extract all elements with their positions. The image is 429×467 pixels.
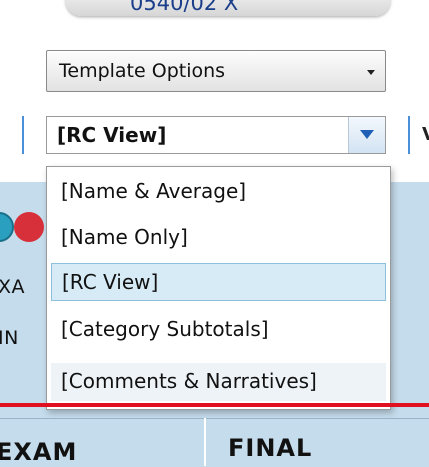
chevron-down-icon [367,70,375,75]
view-combo-value: [RC View] [57,123,167,147]
column-header-final[interactable]: FINAL [228,434,312,462]
dropdown-item-category-subtotals[interactable]: [Category Subtotals] [51,311,386,349]
dropdown-item-comments-narratives[interactable]: [Comments & Narratives] [51,363,386,401]
right-partial-text: V [422,124,429,145]
view-dropdown-list: [Name & Average] [Name Only] [RC View] [… [46,166,391,410]
side-label-2: IN [0,327,19,349]
template-options-select[interactable]: Template Options [46,50,386,92]
toolbar-separator-left [22,116,24,154]
view-combo[interactable]: [RC View] [46,116,386,154]
red-divider-line [0,403,429,407]
toolbar-separator-right [408,116,410,154]
template-options-label: Template Options [59,60,226,82]
side-label-1: XA [0,276,26,298]
dropdown-item-rc-view[interactable]: [RC View] [51,263,386,301]
top-partial-text: 0540/02 X [130,0,239,15]
column-divider [204,418,206,466]
dropdown-item-name-only[interactable]: [Name Only] [51,219,386,257]
column-header-exam[interactable]: EXAM [0,438,77,466]
caret-down-icon [360,130,374,139]
view-combo-dropdown-button[interactable] [348,117,385,153]
dropdown-item-name-average[interactable]: [Name & Average] [51,173,386,211]
alert-icon[interactable] [14,212,44,242]
